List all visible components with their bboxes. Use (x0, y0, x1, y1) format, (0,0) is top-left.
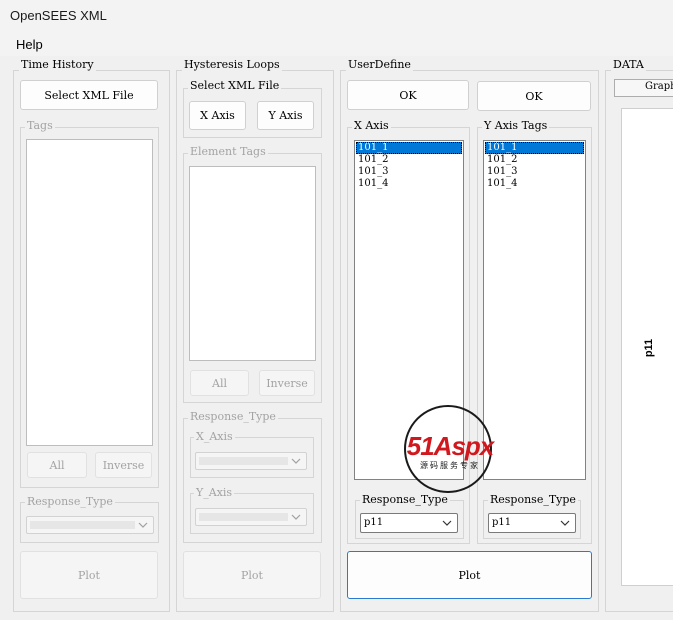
graph-y-axis-label: p11 (643, 338, 656, 358)
ud-y-axis-listbox[interactable]: 101_1 101_2 101_3 101_4 (483, 140, 586, 480)
combo-fill (199, 513, 288, 521)
chevron-down-icon (291, 514, 301, 520)
tags-all-button[interactable]: All (27, 452, 87, 478)
list-item[interactable]: 101_4 (485, 178, 584, 190)
th-response-type-select[interactable] (26, 516, 154, 534)
list-item[interactable]: 101_2 (356, 154, 462, 166)
time-history-title: Time History (19, 58, 96, 71)
hy-y-axis-label: Y_Axis (194, 486, 235, 499)
ud-x-response-type-label: Response_Type (360, 493, 450, 506)
list-item[interactable]: 101_4 (356, 178, 462, 190)
ud-ok-right-button[interactable]: OK (477, 81, 591, 111)
ud-x-axis-label: X Axis (352, 119, 391, 132)
window-title: OpenSEES XML (0, 0, 673, 32)
combo-fill (30, 521, 135, 529)
tags-label: Tags (25, 119, 55, 132)
hy-select-xml-label: Select XML File (188, 79, 282, 92)
ud-y-response-type-label: Response_Type (488, 493, 578, 506)
element-tags-all-button[interactable]: All (190, 370, 249, 396)
ud-y-response-type-select[interactable]: p11 (488, 513, 576, 533)
data-title: DATA (611, 58, 646, 71)
tab-graph[interactable]: Graph (614, 79, 673, 97)
hysteresis-title: Hysteresis Loops (182, 58, 282, 71)
ud-y-response-value: p11 (492, 517, 512, 528)
list-item[interactable]: 101_1 (485, 142, 584, 154)
hy-x-axis-button[interactable]: X Axis (189, 101, 246, 130)
chevron-down-icon (560, 520, 570, 526)
chevron-down-icon (442, 520, 452, 526)
hy-x-axis-label: X_Axis (194, 430, 235, 443)
ud-ok-left-button[interactable]: OK (347, 80, 469, 110)
ud-x-response-value: p11 (364, 517, 384, 528)
th-plot-button[interactable]: Plot (20, 551, 158, 599)
tags-inverse-button[interactable]: Inverse (95, 452, 152, 478)
tags-listbox[interactable] (26, 139, 153, 446)
ud-plot-button[interactable]: Plot (347, 551, 592, 599)
ud-y-axis-tags-label: Y Axis Tags (482, 119, 550, 132)
hy-y-axis-select[interactable] (195, 508, 307, 526)
hy-plot-button[interactable]: Plot (183, 551, 321, 599)
list-item[interactable]: 101_3 (485, 166, 584, 178)
list-item[interactable]: 101_3 (356, 166, 462, 178)
menu-bar (0, 32, 673, 56)
menu-help[interactable]: Help (16, 37, 43, 52)
element-tags-listbox[interactable] (189, 166, 316, 361)
hy-response-type-label: Response_Type (188, 410, 278, 423)
hy-y-axis-button[interactable]: Y Axis (257, 101, 314, 130)
ud-x-axis-listbox[interactable]: 101_1 101_2 101_3 101_4 (354, 140, 464, 480)
combo-fill (199, 457, 288, 465)
element-tags-inverse-button[interactable]: Inverse (259, 370, 315, 396)
th-response-type-label: Response_Type (25, 495, 115, 508)
ud-x-response-type-select[interactable]: p11 (360, 513, 458, 533)
hy-x-axis-select[interactable] (195, 452, 307, 470)
select-xml-file-button[interactable]: Select XML File (20, 80, 158, 110)
chevron-down-icon (291, 458, 301, 464)
userdefine-title: UserDefine (346, 58, 413, 71)
list-item[interactable]: 101_2 (485, 154, 584, 166)
chevron-down-icon (138, 522, 148, 528)
element-tags-label: Element Tags (188, 145, 268, 158)
list-item[interactable]: 101_1 (356, 142, 462, 154)
